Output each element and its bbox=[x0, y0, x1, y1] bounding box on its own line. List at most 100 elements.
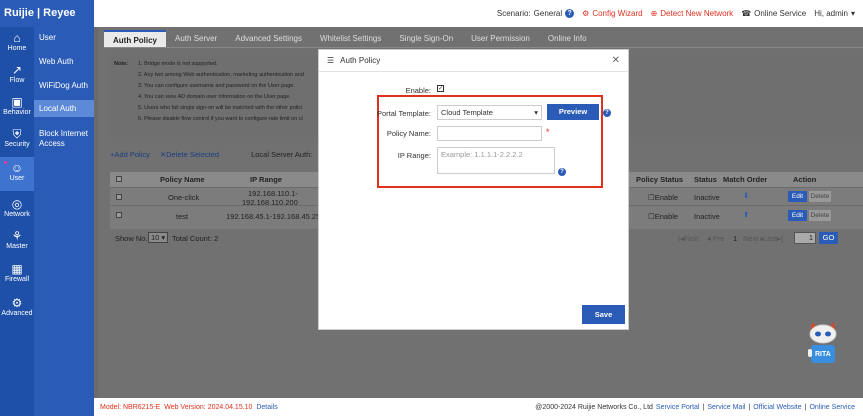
subnav-web-auth[interactable]: Web Auth bbox=[34, 57, 94, 67]
preview-button[interactable]: Preview bbox=[547, 104, 599, 120]
policy-name-cell: test bbox=[176, 212, 189, 221]
delete-selected-button[interactable]: ✕Delete Selected bbox=[160, 150, 219, 159]
detect-icon: ⊕ bbox=[650, 9, 658, 18]
arrow-down-icon[interactable]: ⬇ bbox=[743, 191, 749, 200]
ip-range-label: IP Range: bbox=[397, 151, 431, 160]
top-bar: Ruijie | Reyee Scenario: General ? ⚙ Con… bbox=[0, 0, 863, 27]
config-wizard-link[interactable]: ⚙ Config Wizard bbox=[582, 9, 642, 18]
status-cell: Inactive bbox=[694, 193, 720, 202]
secondary-sidebar: User Web Auth WiFiDog Auth Local Auth Bl… bbox=[34, 27, 94, 416]
scenario-value[interactable]: General bbox=[534, 9, 562, 18]
scenario-selector[interactable]: Scenario: General ? bbox=[496, 9, 575, 18]
edit-button[interactable]: Edit bbox=[788, 191, 807, 202]
menu-icon: ☰ bbox=[327, 56, 335, 65]
current-page[interactable]: 1 bbox=[733, 234, 737, 243]
rita-label: RITA bbox=[815, 351, 831, 358]
tab-user-permission[interactable]: User Permission bbox=[462, 30, 539, 47]
subnav-block-internet-access[interactable]: Block Internet Access bbox=[34, 129, 92, 149]
close-icon[interactable]: ✕ bbox=[612, 55, 620, 66]
column-header: Policy Name bbox=[160, 175, 205, 184]
subnav-wifidog-auth[interactable]: WiFiDog Auth bbox=[34, 81, 94, 91]
total-count: Total Count: 2 bbox=[172, 234, 219, 243]
policy-name-cell: One-click bbox=[168, 193, 200, 202]
footer-online-service-link[interactable]: Online Service bbox=[809, 404, 855, 411]
last-page-link[interactable]: Last▸| bbox=[763, 234, 783, 243]
tab-auth-server[interactable]: Auth Server bbox=[166, 30, 226, 47]
row-checkbox[interactable] bbox=[116, 212, 122, 218]
official-website-link[interactable]: Official Website bbox=[753, 404, 801, 411]
prev-page-link[interactable]: ◂ Pre bbox=[707, 234, 725, 243]
policy-status-toggle[interactable]: ☐Enable bbox=[648, 212, 678, 221]
required-marker: * bbox=[546, 127, 550, 137]
last-page-label: Last bbox=[763, 234, 778, 243]
page-size-select[interactable]: 10 ▾ bbox=[148, 232, 168, 243]
gear-icon: ⚙ bbox=[11, 296, 23, 310]
brand-logo[interactable]: Ruijie | Reyee bbox=[0, 0, 94, 27]
tab-auth-policy[interactable]: Auth Policy bbox=[104, 30, 167, 47]
help-icon[interactable]: ? bbox=[558, 168, 566, 176]
column-header: IP Range bbox=[250, 175, 282, 184]
flow-icon: ↗ bbox=[11, 63, 23, 77]
primary-sidebar: ⌂ Home ↗ Flow ▣ Behavior ⛨ Security ☺ Us… bbox=[0, 27, 34, 416]
tab-single-sign-on[interactable]: Single Sign-On bbox=[390, 30, 462, 47]
nav-label: Network bbox=[4, 211, 30, 218]
nav-label: Advanced bbox=[1, 310, 33, 317]
web-version-label: Web Version: bbox=[164, 403, 206, 411]
tab-advanced-settings[interactable]: Advanced Settings bbox=[226, 30, 311, 47]
first-page-label: First bbox=[683, 234, 699, 243]
detect-network-link[interactable]: ⊕ Detect New Network bbox=[651, 9, 734, 18]
policy-name-input[interactable] bbox=[437, 126, 542, 141]
policy-status-toggle[interactable]: ☐Enable bbox=[648, 193, 678, 202]
user-menu[interactable]: Hi, admin ▾ bbox=[814, 9, 855, 18]
arrow-up-icon[interactable]: ⬆ bbox=[743, 210, 749, 219]
column-header: Action bbox=[793, 175, 817, 184]
nav-label: Home bbox=[7, 45, 27, 52]
note-item: 3. You can configure username and passwo… bbox=[138, 83, 295, 89]
goto-page-input[interactable]: 1 bbox=[794, 232, 816, 244]
note-item: 1. Bridge mode is not supported. bbox=[138, 61, 218, 67]
subnav-local-auth[interactable]: Local Auth bbox=[34, 100, 94, 117]
ip-range-cell: 192.168.45.1-192.168.45.25 bbox=[226, 212, 321, 221]
nav-user[interactable]: ☺ User bbox=[0, 157, 34, 191]
edit-button[interactable]: Edit bbox=[788, 210, 807, 221]
row-checkbox[interactable] bbox=[116, 194, 122, 200]
go-button[interactable]: GO bbox=[819, 232, 838, 244]
first-page-link[interactable]: |◂First bbox=[678, 234, 698, 243]
save-button[interactable]: Save bbox=[582, 305, 625, 324]
model-value: NBR6215-E bbox=[122, 403, 161, 411]
note-item: 2. Any two among Web authentication, mar… bbox=[138, 72, 304, 78]
nav-advanced[interactable]: ⚙ Advanced bbox=[0, 292, 34, 330]
behavior-icon: ▣ bbox=[11, 95, 23, 109]
add-policy-label: Add Policy bbox=[114, 149, 150, 159]
service-mail-link[interactable]: Service Mail bbox=[707, 404, 745, 411]
ip-range-textarea[interactable]: Example: 1.1.1.1-2.2.2.2 bbox=[437, 147, 555, 174]
tab-bar: Auth Policy Auth Server Advanced Setting… bbox=[104, 30, 596, 47]
tab-whitelist-settings[interactable]: Whitelist Settings bbox=[311, 30, 390, 47]
copyright-text: @2000-2024 Ruijie Networks Co., Ltd bbox=[535, 403, 653, 411]
delete-button[interactable]: Delete bbox=[809, 191, 831, 202]
subnav-user[interactable]: User bbox=[34, 33, 94, 43]
rita-assistant[interactable]: RITA bbox=[805, 318, 841, 370]
tab-online-info[interactable]: Online Info bbox=[539, 30, 596, 47]
scenario-label: Scenario: bbox=[496, 9, 531, 18]
delete-button[interactable]: Delete bbox=[809, 210, 831, 221]
select-all-checkbox[interactable] bbox=[116, 176, 122, 182]
service-portal-link[interactable]: Service Portal bbox=[656, 404, 700, 411]
local-server-auth-label: Local Server Auth: bbox=[251, 149, 313, 159]
ip-range-cell: 192.168.110.1- bbox=[248, 189, 298, 198]
portal-template-select[interactable]: Cloud Template ▾ bbox=[437, 105, 542, 120]
note-item: 4. You can view AD domain user informati… bbox=[138, 94, 291, 100]
enable-checkbox[interactable]: ✓ bbox=[437, 85, 444, 92]
details-link[interactable]: Details bbox=[256, 404, 277, 411]
notes-label: Note: bbox=[114, 61, 129, 67]
nav-firewall[interactable]: ▦ Firewall bbox=[0, 258, 34, 296]
online-service-link[interactable]: ☎ Online Service bbox=[741, 9, 806, 18]
next-page-link[interactable]: Next ▸ bbox=[743, 234, 764, 243]
help-icon[interactable]: ? bbox=[565, 9, 575, 18]
top-right-menu: Scenario: General ? ⚙ Config Wizard ⊕ De… bbox=[497, 0, 855, 27]
add-policy-button[interactable]: +Add Policy bbox=[110, 150, 150, 159]
nav-security[interactable]: ⛨ Security bbox=[0, 123, 34, 161]
help-icon[interactable]: ? bbox=[603, 109, 611, 117]
column-header: Status bbox=[694, 175, 717, 184]
notification-dot-icon bbox=[4, 161, 7, 164]
